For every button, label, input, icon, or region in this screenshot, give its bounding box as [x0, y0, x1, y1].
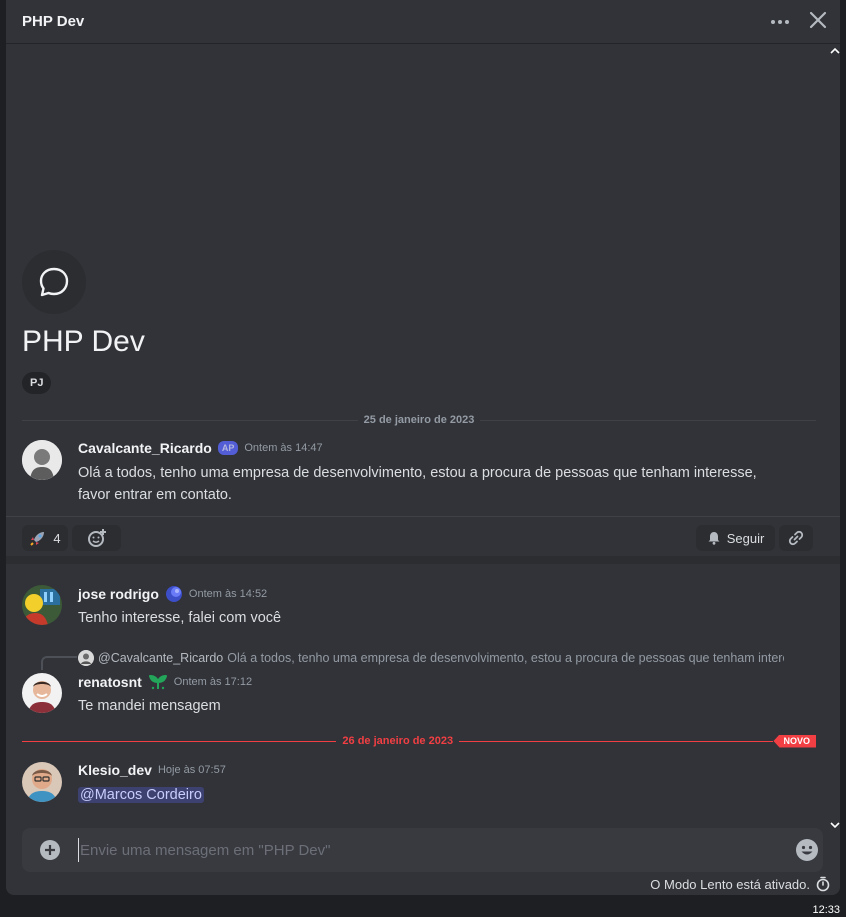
reply-text: Olá a todos, tenho uma empresa de desenv…: [227, 651, 784, 665]
reply-username[interactable]: @Cavalcante_Ricardo: [98, 651, 223, 665]
close-icon[interactable]: [806, 8, 830, 32]
new-badge: NOVO: [773, 734, 816, 748]
avatar[interactable]: [22, 762, 62, 802]
new-messages-divider: 26 de janeiro de 2023 NOVO: [22, 734, 816, 748]
slowmode-notice: O Modo Lento está ativado.: [650, 876, 830, 892]
thread-icon: [22, 250, 86, 314]
slowmode-text: O Modo Lento está ativado.: [650, 876, 810, 892]
timestamp: Ontem às 17:12: [173, 676, 253, 688]
bell-icon: [708, 532, 720, 545]
message-body: Tenho interesse, falei com você: [78, 610, 282, 626]
timestamp: Hoje às 07:57: [157, 764, 226, 776]
message-body: @Marcos Cordeiro: [78, 784, 778, 806]
username[interactable]: jose rodrigo: [78, 586, 159, 602]
message-body: Olá a todos, tenho uma empresa de desenv…: [78, 465, 757, 503]
message-input[interactable]: [78, 838, 778, 862]
scroll-down-icon[interactable]: [830, 820, 840, 830]
more-options-icon[interactable]: [768, 10, 792, 34]
rocket-reaction[interactable]: 4: [22, 525, 68, 551]
titlebar: PHP Dev: [6, 0, 840, 44]
thread-window: PHP Dev PHP Dev PJ 25 de janeiro de 2023…: [6, 0, 840, 895]
post-actions-bar: 4 Seguir: [6, 516, 840, 556]
nitro-badge-icon: [165, 586, 182, 602]
user-tag-badge: AP: [217, 441, 239, 455]
date-divider-label: 25 de janeiro de 2023: [363, 414, 475, 426]
emoji-picker-icon[interactable]: [795, 838, 819, 862]
plus-icon: [45, 845, 55, 855]
avatar[interactable]: [22, 673, 62, 713]
timestamp: Ontem às 14:47: [244, 442, 323, 454]
message-composer: [22, 828, 823, 872]
follow-label: Seguir: [726, 530, 765, 546]
username[interactable]: Klesio_dev: [78, 762, 152, 778]
reply-preview[interactable]: @Cavalcante_Ricardo Olá a todos, tenho u…: [78, 650, 784, 666]
username[interactable]: renatosnt: [78, 674, 142, 690]
avatar[interactable]: [22, 440, 62, 480]
copy-link-button[interactable]: [779, 525, 813, 551]
rocket-icon: [30, 532, 45, 546]
section-separator: [6, 556, 840, 564]
message-body: Te mandei mensagem: [78, 698, 221, 714]
forum-tag[interactable]: PJ: [22, 372, 52, 394]
add-attachment-button[interactable]: [40, 840, 60, 860]
avatar[interactable]: [22, 585, 62, 625]
reply-avatar: [78, 650, 94, 666]
reply-connector: [41, 656, 77, 670]
username[interactable]: Cavalcante_Ricardo: [78, 440, 212, 456]
taskbar-clock: 12:33: [812, 904, 840, 916]
user-mention[interactable]: @Marcos Cordeiro: [78, 787, 204, 803]
timer-icon: [816, 876, 830, 892]
timestamp: Ontem às 14:52: [188, 588, 268, 600]
scrollbar[interactable]: [829, 44, 840, 832]
link-icon: [788, 530, 804, 546]
date-divider-label: 26 de janeiro de 2023: [342, 735, 454, 747]
reaction-count: 4: [53, 530, 61, 546]
chat-bubble-icon: [39, 267, 69, 297]
add-reaction-icon: [87, 529, 106, 547]
date-divider: 25 de janeiro de 2023: [22, 413, 817, 427]
thread-title: PHP Dev: [22, 325, 145, 358]
follow-button[interactable]: Seguir: [696, 525, 775, 551]
window-title: PHP Dev: [22, 13, 85, 30]
add-reaction-button[interactable]: [72, 525, 121, 551]
scroll-up-icon[interactable]: [830, 46, 840, 56]
sprout-badge-icon: [148, 675, 167, 690]
